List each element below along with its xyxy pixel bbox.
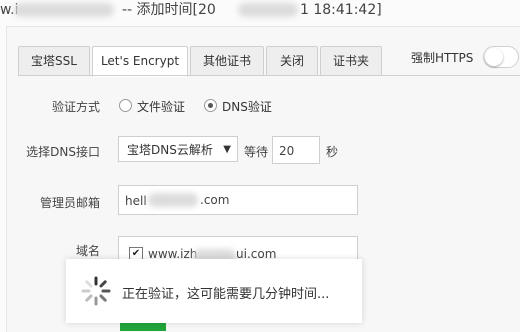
email-suffix: .com <box>200 193 230 207</box>
redacted-date <box>238 3 298 17</box>
window-title: w.i -- 添加时间[20 1 18:41:42] <box>0 0 520 22</box>
dropdown-arrow-icon: ▼ <box>223 144 231 155</box>
tab-baota-ssl[interactable]: 宝塔SSL <box>18 46 90 76</box>
dns-interface-select[interactable]: 宝塔DNS云解析 ▼ <box>118 136 238 162</box>
radio-dns-verify[interactable] <box>204 99 217 112</box>
redacted-domain <box>14 3 114 17</box>
wait-seconds-input[interactable]: 20 <box>272 136 320 164</box>
loading-spinner-icon <box>81 276 111 306</box>
verify-method-label: 验证方式 <box>51 100 100 114</box>
admin-email-label: 管理员邮箱 <box>39 196 100 210</box>
title-time: 1 18:41:42] <box>300 2 382 18</box>
seconds-label: 秒 <box>326 145 339 159</box>
wait-label: 等待 <box>244 145 269 159</box>
loading-dialog: 正在验证，这可能需要几分钟时间... <box>66 259 362 323</box>
toggle-knob <box>485 48 503 66</box>
tab-certificate-folder[interactable]: 证书夹 <box>320 46 382 76</box>
tab-other-certificate[interactable]: 其他证书 <box>190 46 264 76</box>
dns-interface-label: 选择DNS接口 <box>26 145 100 159</box>
email-prefix: hell <box>125 194 147 208</box>
dns-selected-value: 宝塔DNS云解析 <box>127 143 213 157</box>
apply-button[interactable] <box>120 323 166 331</box>
redacted-email <box>148 193 198 207</box>
force-https-label: 强制HTTPS <box>411 51 474 65</box>
radio-file-verify[interactable] <box>119 99 132 112</box>
loading-message: 正在验证，这可能需要几分钟时间... <box>122 287 330 302</box>
title-added-time-label: -- 添加时间[20 <box>122 2 216 18</box>
radio-dns-verify-label: DNS验证 <box>222 100 272 114</box>
tab-divider <box>18 75 520 76</box>
domain-label: 域名 <box>75 244 100 258</box>
radio-file-verify-label: 文件验证 <box>137 100 186 114</box>
tab-lets-encrypt[interactable]: Let's Encrypt <box>92 46 188 77</box>
force-https-toggle[interactable] <box>483 46 519 68</box>
tab-close[interactable]: 关闭 <box>266 46 318 76</box>
